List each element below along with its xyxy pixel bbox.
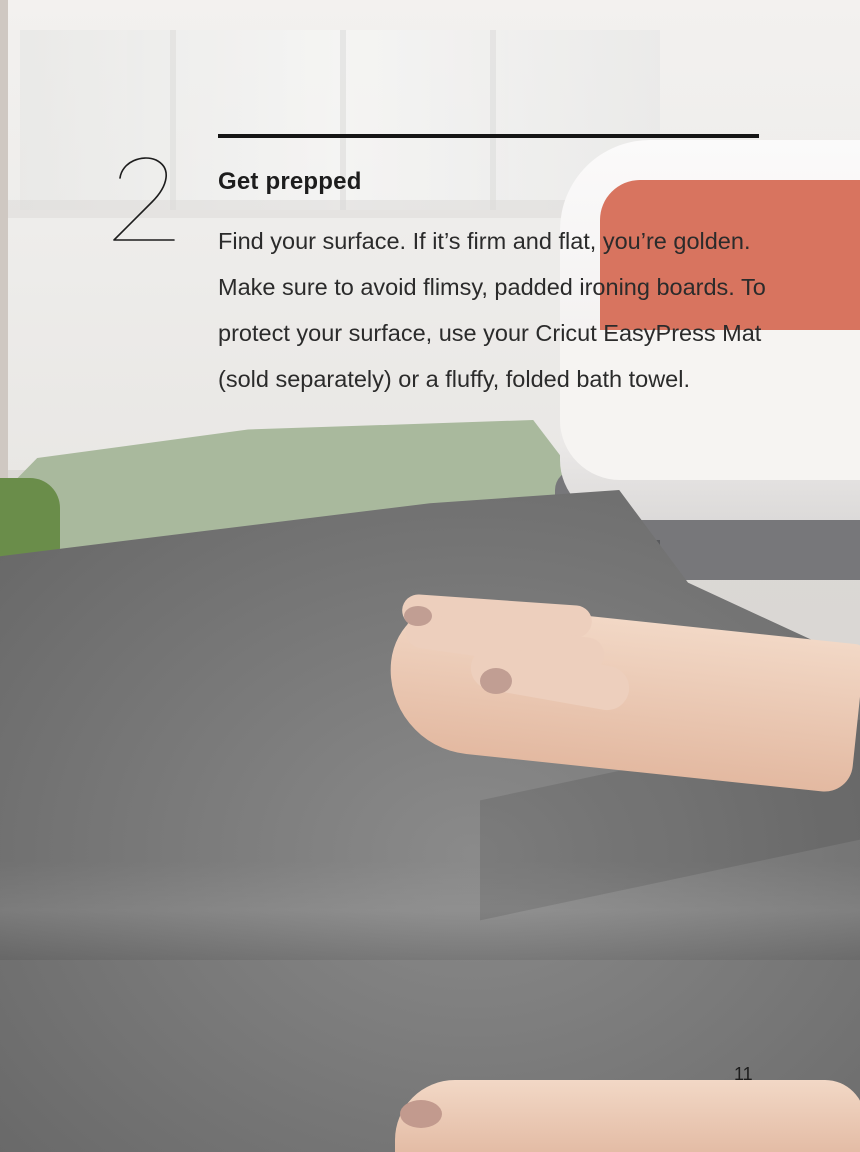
step-number-numeral — [113, 157, 175, 241]
step-body-text: Find your surface. If it’s firm and flat… — [218, 228, 766, 392]
step-heading: Get prepped — [218, 168, 362, 195]
fingernail — [480, 668, 512, 694]
fingernail — [404, 606, 432, 626]
fingernail — [400, 1100, 442, 1128]
section-rule — [218, 134, 759, 138]
shirt-fold — [0, 860, 860, 960]
step-number — [108, 150, 188, 250]
hand-bottom — [395, 1080, 860, 1152]
manual-page: Get prepped Find your surface. If it’s f… — [0, 0, 860, 1152]
page-number: 11 — [734, 1064, 753, 1084]
